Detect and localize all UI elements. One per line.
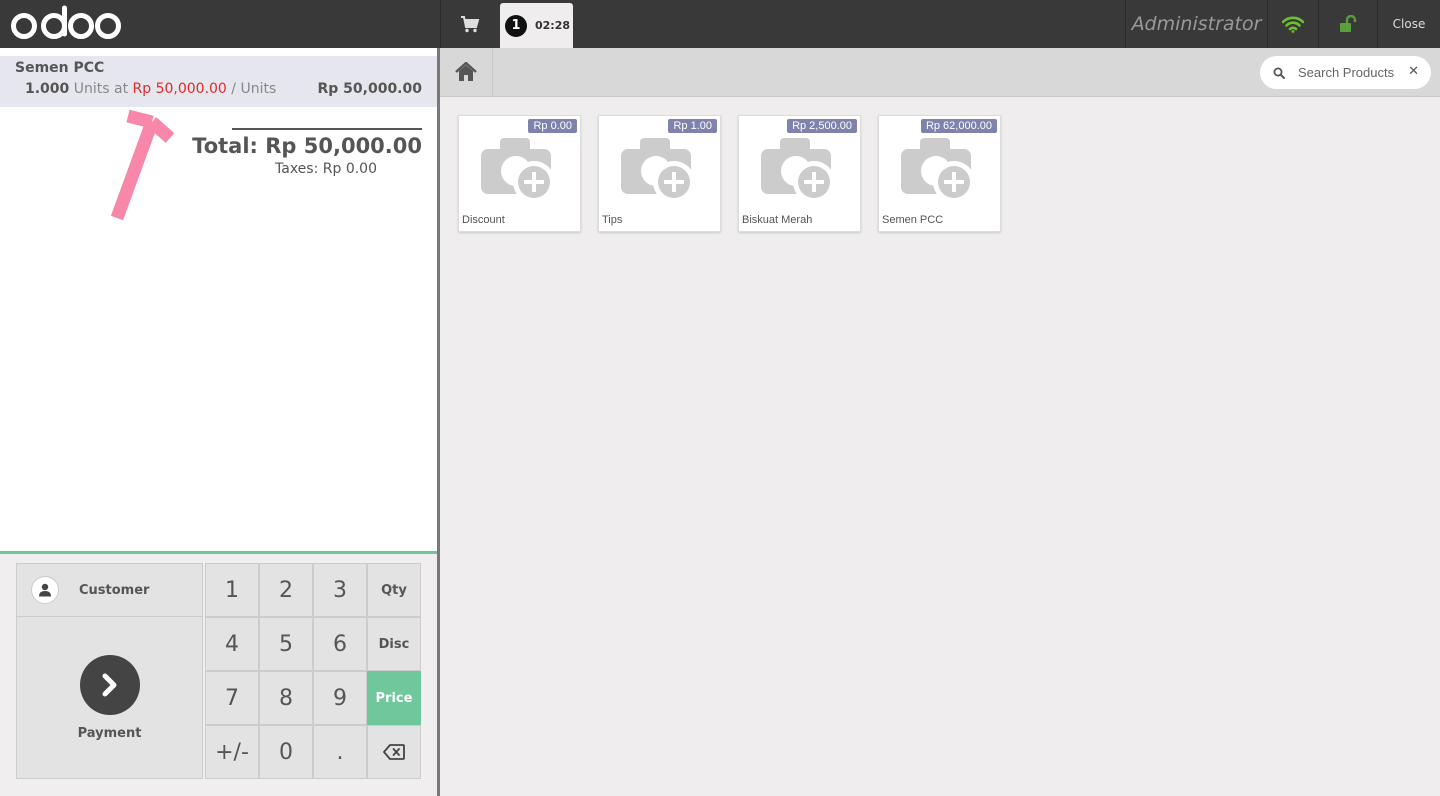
backspace-button[interactable] bbox=[367, 725, 421, 779]
product-card[interactable]: Rp 2,500.00 Biskuat Merah bbox=[738, 115, 861, 232]
order-line[interactable]: Semen PCC 1.000 Units at Rp 50,000.00 / … bbox=[0, 56, 437, 107]
home-category-button[interactable] bbox=[440, 48, 493, 96]
numpad-key-1[interactable]: 1 bbox=[205, 563, 259, 617]
product-price-tag: Rp 62,000.00 bbox=[920, 119, 997, 133]
header-divider bbox=[1318, 0, 1319, 48]
backspace-icon bbox=[383, 744, 405, 760]
order-line-product: Semen PCC bbox=[15, 60, 105, 76]
product-price-tag: Rp 1.00 bbox=[668, 119, 717, 133]
connection-status[interactable] bbox=[1268, 0, 1318, 48]
customer-label: Customer bbox=[79, 582, 150, 598]
products-toolbar: ✕ bbox=[440, 48, 1440, 97]
order-line-total: Rp 50,000.00 bbox=[317, 81, 422, 97]
numpad-key-2[interactable]: 2 bbox=[259, 563, 313, 617]
product-card[interactable]: Rp 1.00 Tips bbox=[598, 115, 721, 232]
order-line-unit-price: Rp 50,000.00 bbox=[132, 81, 227, 97]
order-number-badge: 1 bbox=[505, 14, 527, 37]
search-box: ✕ bbox=[1260, 56, 1431, 89]
order-total: Total: Rp 50,000.00 bbox=[192, 134, 422, 158]
numpad-key-8[interactable]: 8 bbox=[259, 671, 313, 725]
product-name: Biskuat Merah bbox=[742, 214, 813, 226]
annotation-arrow bbox=[110, 109, 175, 221]
unlock-icon bbox=[1340, 15, 1357, 32]
order-taxes: Taxes: Rp 0.00 bbox=[275, 161, 377, 177]
product-price-tag: Rp 2,500.00 bbox=[787, 119, 857, 133]
numpad-key-6[interactable]: 6 bbox=[313, 617, 367, 671]
pos-header: 1 02:28 Administrator Close bbox=[0, 0, 1440, 48]
summary-divider bbox=[232, 128, 422, 130]
product-card[interactable]: Rp 0.00 Discount bbox=[458, 115, 581, 232]
numpad-key-3[interactable]: 3 bbox=[313, 563, 367, 617]
numpad-key-5[interactable]: 5 bbox=[259, 617, 313, 671]
order-line-units-at: Units at bbox=[73, 81, 129, 97]
cart-button[interactable] bbox=[442, 0, 498, 48]
cart-icon bbox=[461, 16, 480, 33]
clear-search-icon[interactable]: ✕ bbox=[1408, 64, 1419, 79]
lock-button[interactable] bbox=[1320, 0, 1376, 48]
products-pane: ✕ Rp 0.00 Discount Rp 1.00 Tips R bbox=[440, 48, 1440, 796]
product-price-tag: Rp 0.00 bbox=[528, 119, 577, 133]
camera-placeholder-icon bbox=[621, 138, 695, 203]
numpad-key-4[interactable]: 4 bbox=[205, 617, 259, 671]
wifi-icon bbox=[1282, 16, 1304, 33]
payment-label: Payment bbox=[77, 726, 142, 741]
numpad-key-0[interactable]: 0 bbox=[259, 725, 313, 779]
close-button[interactable]: Close bbox=[1378, 0, 1440, 48]
search-icon bbox=[1272, 66, 1286, 80]
product-name: Discount bbox=[462, 214, 505, 226]
mode-price-button[interactable]: Price bbox=[367, 671, 421, 725]
customer-button[interactable]: Customer bbox=[16, 563, 203, 617]
mode-disc-button[interactable]: Disc bbox=[367, 617, 421, 671]
order-tab[interactable]: 1 02:28 bbox=[500, 3, 573, 48]
camera-placeholder-icon bbox=[481, 138, 555, 203]
camera-placeholder-icon bbox=[761, 138, 835, 203]
numpad: 1 2 3 Qty 4 5 6 Disc 7 8 9 Price +/- 0 . bbox=[205, 563, 421, 779]
chevron-right-icon bbox=[80, 655, 140, 715]
order-time: 02:28 bbox=[535, 19, 571, 32]
numpad-key-9[interactable]: 9 bbox=[313, 671, 367, 725]
customer-avatar-icon bbox=[31, 576, 59, 604]
camera-placeholder-icon bbox=[901, 138, 975, 203]
numpad-key-plus-minus[interactable]: +/- bbox=[205, 725, 259, 779]
numpad-key-7[interactable]: 7 bbox=[205, 671, 259, 725]
cashier-name[interactable]: Administrator bbox=[1126, 0, 1267, 48]
home-icon bbox=[455, 62, 477, 81]
mode-qty-button[interactable]: Qty bbox=[367, 563, 421, 617]
order-line-info: 1.000 Units at Rp 50,000.00 / Units bbox=[25, 81, 276, 97]
payment-button[interactable]: Payment bbox=[16, 617, 203, 779]
order-pane: Semen PCC 1.000 Units at Rp 50,000.00 / … bbox=[0, 48, 437, 796]
product-card[interactable]: Rp 62,000.00 Semen PCC bbox=[878, 115, 1001, 232]
search-input[interactable] bbox=[1298, 65, 1408, 80]
order-line-quantity: 1.000 bbox=[25, 81, 70, 97]
header-divider bbox=[440, 0, 441, 48]
product-name: Tips bbox=[602, 214, 623, 226]
odoo-logo bbox=[11, 5, 121, 39]
product-name: Semen PCC bbox=[882, 214, 944, 226]
control-panel: Customer Payment 1 2 3 Qty 4 5 6 Disc 7 … bbox=[0, 554, 437, 796]
order-line-unit-suffix: / Units bbox=[231, 81, 277, 97]
numpad-key-dot[interactable]: . bbox=[313, 725, 367, 779]
